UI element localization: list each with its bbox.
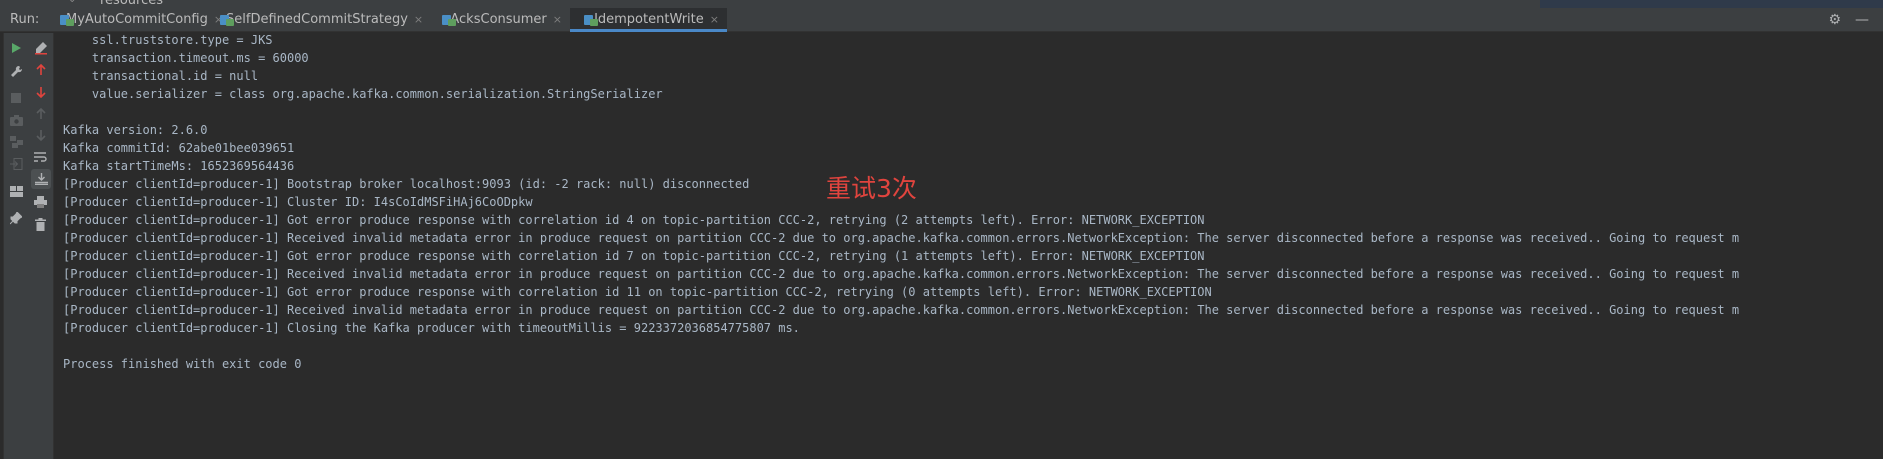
tab-selfdefinedcommitstrategy[interactable]: SelfDefinedCommitStrategy × [206, 8, 428, 31]
console-line: ssl.truststore.type = JKS [63, 33, 273, 47]
tab-idempotentwrite[interactable]: IdempotentWrite × [570, 8, 727, 32]
scroll-to-end-icon[interactable] [31, 169, 51, 189]
console-output[interactable]: ssl.truststore.type = JKS transaction.ti… [54, 33, 1883, 459]
camera-icon[interactable] [4, 110, 28, 130]
trash-icon[interactable] [28, 214, 53, 234]
console-line: Kafka commitId: 62abe01bee039651 [63, 141, 295, 155]
gear-icon[interactable]: ⚙ [1828, 12, 1841, 28]
console-line: value.serializer = class org.apache.kafk… [63, 87, 663, 101]
console-line: Kafka version: 2.6.0 [63, 123, 208, 137]
chevron-down-icon[interactable]: ⌄ [68, 0, 76, 5]
console-line: transactional.id = null [63, 69, 259, 83]
down-arrow-disabled-icon[interactable] [28, 125, 53, 145]
tab-label: MyAutoCommitConfig [66, 12, 208, 27]
close-icon[interactable]: × [710, 13, 719, 26]
wrench-icon[interactable] [4, 61, 28, 81]
up-arrow-disabled-icon[interactable] [28, 104, 53, 124]
tab-label: AcksConsumer [450, 12, 547, 27]
tree-selection-highlight [1540, 0, 1883, 8]
rerun-icon[interactable] [4, 38, 28, 58]
down-arrow-icon[interactable] [28, 82, 53, 102]
console-line: Process finished with exit code 0 [63, 357, 302, 371]
retry-annotation: 重试3次 [826, 174, 917, 203]
tab-label: SelfDefinedCommitStrategy [226, 12, 408, 27]
run-tab-bar: Run: MyAutoCommitConfig × SelfDefinedCom… [0, 8, 1883, 32]
console-line: [Producer clientId=producer-1] Got error… [63, 249, 1205, 263]
tree-item-resources[interactable]: resources [100, 0, 163, 8]
print-icon[interactable] [28, 192, 53, 212]
run-toolbar-left [4, 33, 28, 459]
console-line: [Producer clientId=producer-1] Bootstrap… [63, 177, 750, 191]
console-line: [Producer clientId=producer-1] Cluster I… [63, 195, 533, 209]
pin-icon[interactable] [4, 208, 28, 228]
console-line: [Producer clientId=producer-1] Received … [63, 303, 1740, 317]
console-line: transaction.timeout.ms = 60000 [63, 51, 309, 65]
up-arrow-icon[interactable] [28, 60, 53, 80]
tab-label: IdempotentWrite [594, 12, 704, 27]
soft-wrap-icon[interactable] [28, 147, 53, 167]
console-line: [Producer clientId=producer-1] Closing t… [63, 321, 800, 335]
threads-icon[interactable] [4, 132, 28, 152]
console-line: [Producer clientId=producer-1] Got error… [63, 213, 1205, 227]
run-config-icon [442, 14, 456, 26]
tab-myautocommitconfig[interactable]: MyAutoCommitConfig × [46, 8, 223, 31]
console-line: [Producer clientId=producer-1] Received … [63, 267, 1740, 281]
console-line: Kafka startTimeMs: 1652369564436 [63, 159, 295, 173]
console-line: [Producer clientId=producer-1] Received … [63, 231, 1740, 245]
run-label: Run: [10, 12, 40, 27]
close-icon[interactable]: × [553, 13, 562, 26]
clear-icon[interactable] [28, 38, 53, 58]
tab-acksconsumer[interactable]: AcksConsumer × [428, 8, 570, 31]
run-toolbar-right [28, 33, 54, 459]
console-line: [Producer clientId=producer-1] Got error… [63, 285, 1212, 299]
stop-icon[interactable] [4, 88, 28, 108]
run-config-icon [584, 14, 598, 26]
project-tree-sliver: ⌄ resources [0, 0, 1883, 8]
layout-icon[interactable] [4, 181, 28, 201]
close-icon[interactable]: × [414, 13, 423, 26]
minimize-icon[interactable]: — [1855, 12, 1869, 28]
login-icon[interactable] [4, 154, 28, 174]
